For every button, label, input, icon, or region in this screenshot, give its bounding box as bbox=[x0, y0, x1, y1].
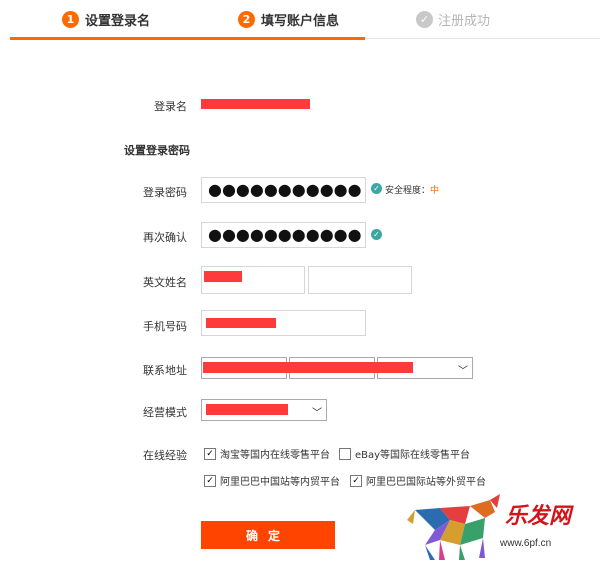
checkbox-checked-icon[interactable]: ✓ bbox=[204, 474, 216, 487]
confirm-password-input[interactable]: ●●●●●●●●●●● bbox=[201, 222, 366, 248]
confirm-password-label: 再次确认 bbox=[143, 231, 187, 244]
password-valid-check-icon: ✓ bbox=[371, 183, 382, 194]
strength-label: 安全程度： bbox=[385, 186, 431, 196]
steps-active-line bbox=[10, 37, 365, 40]
business-model-redacted bbox=[206, 404, 288, 415]
confirm-password-value: ●●●●●●●●●●● bbox=[208, 225, 362, 244]
phone-label: 手机号码 bbox=[143, 320, 187, 333]
step-set-login-name: 1 设置登录名 bbox=[62, 10, 150, 29]
strength-level: 中 bbox=[430, 186, 440, 196]
chevron-down-icon: ﹀ bbox=[312, 408, 322, 419]
watermark-logo: 乐发网 www.6pf.cn bbox=[405, 490, 600, 564]
login-name-value-redacted bbox=[201, 99, 310, 109]
step-2-label: 填写账户信息 bbox=[261, 14, 340, 29]
step-fill-account-info: 2 填写账户信息 bbox=[238, 10, 339, 29]
password-input[interactable]: ●●●●●●●●●●● bbox=[201, 177, 366, 203]
password-value: ●●●●●●●●●●● bbox=[208, 180, 362, 199]
check-icon: ✓ bbox=[416, 11, 433, 28]
business-model-label: 经营模式 bbox=[143, 406, 187, 419]
watermark-url: www.6pf.cn bbox=[500, 538, 552, 549]
checkbox-unchecked-icon[interactable] bbox=[339, 447, 351, 460]
last-name-input[interactable] bbox=[308, 266, 412, 294]
step-1-label: 设置登录名 bbox=[85, 14, 151, 29]
option-alibaba-china[interactable]: ✓ 阿里巴巴中国站等内贸平台 bbox=[204, 473, 340, 488]
step-1-number: 1 bbox=[62, 11, 79, 28]
option-taobao-label: 淘宝等国内在线零售平台 bbox=[220, 450, 330, 461]
option-alibaba-intl[interactable]: ✓ 阿里巴巴国际站等外贸平台 bbox=[350, 473, 486, 488]
checkbox-checked-icon[interactable]: ✓ bbox=[204, 447, 216, 460]
option-ebay-label: eBay等国际在线零售平台 bbox=[355, 450, 471, 461]
password-label: 登录密码 bbox=[143, 186, 187, 199]
confirm-button[interactable]: 确定 bbox=[201, 521, 335, 549]
password-strength: 安全程度：中 bbox=[385, 183, 439, 196]
option-alibaba-china-label: 阿里巴巴中国站等内贸平台 bbox=[220, 477, 340, 488]
watermark-brand: 乐发网 bbox=[505, 503, 572, 529]
address-redacted bbox=[203, 362, 413, 373]
step-2-number: 2 bbox=[238, 11, 255, 28]
first-name-redacted bbox=[204, 271, 242, 282]
confirm-valid-check-icon: ✓ bbox=[371, 229, 382, 240]
checkbox-checked-icon[interactable]: ✓ bbox=[350, 474, 362, 487]
option-taobao[interactable]: ✓ 淘宝等国内在线零售平台 bbox=[204, 446, 330, 461]
step-register-success: ✓ 注册成功 bbox=[416, 10, 490, 29]
address-label: 联系地址 bbox=[143, 364, 187, 377]
option-ebay[interactable]: eBay等国际在线零售平台 bbox=[339, 446, 470, 461]
online-experience-label: 在线经验 bbox=[143, 449, 187, 462]
login-name-label: 登录名 bbox=[154, 100, 187, 113]
progress-steps: 1 设置登录名 2 填写账户信息 ✓ 注册成功 bbox=[0, 0, 600, 40]
bull-logo-icon bbox=[407, 494, 500, 560]
english-name-label: 英文姓名 bbox=[143, 276, 187, 289]
phone-redacted bbox=[206, 318, 276, 328]
set-password-heading: 设置登录密码 bbox=[124, 144, 190, 157]
step-3-label: 注册成功 bbox=[438, 14, 491, 29]
option-alibaba-intl-label: 阿里巴巴国际站等外贸平台 bbox=[366, 477, 486, 488]
chevron-down-icon: ﹀ bbox=[458, 366, 468, 377]
